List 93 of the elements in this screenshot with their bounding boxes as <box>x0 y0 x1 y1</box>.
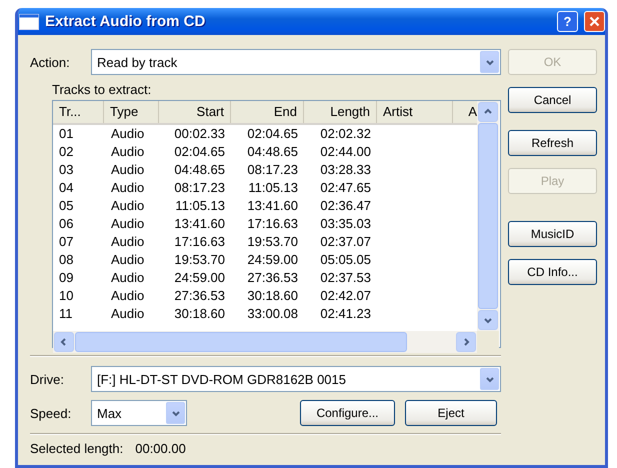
table-cell-text: Audio <box>110 287 146 305</box>
column-header[interactable]: Artist <box>377 101 453 123</box>
table-cell-text: 09 <box>58 269 74 287</box>
table-cell-text: Audio <box>110 143 146 161</box>
status-label: Selected length: <box>30 441 124 456</box>
cd-info-button[interactable]: CD Info... <box>508 259 597 285</box>
drive-value: [F:] HL-DT-ST DVD-ROM GDR8162B 0015 <box>96 372 347 386</box>
status-value: 00:00.00 <box>135 441 186 456</box>
table-cell-text: Audio <box>110 179 146 197</box>
table-cell-text: 02:04.65 <box>173 143 226 161</box>
speed-dropdown[interactable]: Max <box>91 400 187 426</box>
table-cell-text: 04:48.65 <box>246 143 299 161</box>
table-cell-text: 02 <box>58 143 74 161</box>
action-value: Read by track <box>96 54 178 70</box>
table-cell-text: 02:37.53 <box>319 269 372 287</box>
table-cell-text: 02:02.32 <box>319 125 372 143</box>
vertical-scrollbar[interactable] <box>477 101 499 331</box>
table-cell-text: 02:44.00 <box>319 143 372 161</box>
table-cell-text: 02:41.23 <box>319 305 372 323</box>
table-cell-text: 05 <box>58 197 74 215</box>
close-button[interactable] <box>584 11 605 32</box>
table-cell-text: Audio <box>110 125 146 143</box>
field-label: Speed: <box>30 406 72 420</box>
table-cell-text: 13:41.60 <box>173 215 226 233</box>
table-cell-text: 03:35.03 <box>319 215 372 233</box>
table-cell-text: 17:16.63 <box>173 233 226 251</box>
table-cell-text: 10 <box>58 287 74 305</box>
table-cell-text: Audio <box>110 215 146 233</box>
field-label: Action: <box>30 54 71 70</box>
table-cell-text: Audio <box>110 251 146 269</box>
table-cell-text: 00:02.33 <box>173 125 226 143</box>
table-cell-text: 02:47.65 <box>319 179 372 197</box>
scroll-up-icon[interactable] <box>478 102 498 122</box>
column-header[interactable]: A <box>453 101 477 123</box>
section-label: Tracks to extract: <box>52 82 152 97</box>
table-cell-text: 03:28.33 <box>319 161 372 179</box>
table-cell-text: 02:42.07 <box>319 287 372 305</box>
table-cell-text: 02:37.07 <box>319 233 372 251</box>
table-cell-text: 27:36.53 <box>246 269 299 287</box>
table-cell-text: Audio <box>110 233 146 251</box>
table-cell-text: 11 <box>58 305 74 323</box>
refresh-button[interactable]: Refresh <box>508 130 597 156</box>
table-cell-text: 04 <box>58 179 74 197</box>
action-dropdown[interactable]: Read by track <box>91 49 501 75</box>
column-header[interactable]: End <box>231 101 304 123</box>
table-cell-text: 19:53.70 <box>173 251 226 269</box>
column-header[interactable]: Start <box>159 101 231 123</box>
table-cell-text: 07 <box>58 233 74 251</box>
window-icon <box>19 14 39 30</box>
table-cell-text: 27:36.53 <box>173 287 226 305</box>
musicid-button[interactable]: MusicID <box>508 221 597 247</box>
cancel-button[interactable]: Cancel <box>508 87 597 113</box>
table-cell-text: 30:18.60 <box>246 287 299 305</box>
scroll-right-icon[interactable] <box>456 332 476 352</box>
drive-dropdown[interactable]: [F:] HL-DT-ST DVD-ROM GDR8162B 0015 <box>91 366 501 392</box>
column-header[interactable]: Length <box>304 101 377 123</box>
table-cell-text: 06 <box>58 215 74 233</box>
scroll-thumb[interactable] <box>478 123 498 309</box>
window-title: Extract Audio from CD <box>45 13 206 30</box>
table-cell-text: 02:04.65 <box>246 125 299 143</box>
table-cell-text: 19:53.70 <box>246 233 299 251</box>
horizontal-scrollbar[interactable] <box>53 331 477 353</box>
table-cell-text: Audio <box>110 161 146 179</box>
table-cell-text: 11:05.13 <box>247 179 299 197</box>
help-button[interactable]: ? <box>557 11 578 32</box>
table-cell-text: 13:41.60 <box>246 197 299 215</box>
table-cell-text: 24:59.00 <box>246 251 299 269</box>
column-header[interactable]: Type <box>104 101 159 123</box>
eject-button[interactable]: Eject <box>405 400 497 426</box>
table-cell-text: 05:05.05 <box>319 251 372 269</box>
table-cell-text: 04:48.65 <box>173 161 226 179</box>
configure-button[interactable]: Configure... <box>300 400 395 426</box>
table-cell-text: 08:17.23 <box>173 179 226 197</box>
table-cell-text: 02:36.47 <box>319 197 372 215</box>
scroll-left-icon[interactable] <box>54 332 74 352</box>
table-cell-text: 33:00.08 <box>246 305 299 323</box>
scroll-thumb[interactable] <box>75 332 407 352</box>
table-cell-text: 01 <box>58 125 74 143</box>
table-cell-text: 30:18.60 <box>173 305 226 323</box>
speed-value: Max <box>96 406 123 420</box>
table-cell-text: 08:17.23 <box>246 161 299 179</box>
table-cell-text: 11:05.13 <box>174 197 226 215</box>
close-icon <box>589 16 600 27</box>
table-cell-text: 17:16.63 <box>246 215 299 233</box>
table-cell-text: 03 <box>58 161 74 179</box>
scroll-down-icon[interactable] <box>478 310 498 330</box>
table-cell-text: 08 <box>58 251 74 269</box>
table-cell-text: 24:59.00 <box>173 269 226 287</box>
table-cell-text: Audio <box>110 197 146 215</box>
table-cell-text: Audio <box>110 269 146 287</box>
table-cell-text: Audio <box>110 305 146 323</box>
column-header[interactable]: Tr... <box>53 101 104 123</box>
field-label: Drive: <box>30 372 65 386</box>
